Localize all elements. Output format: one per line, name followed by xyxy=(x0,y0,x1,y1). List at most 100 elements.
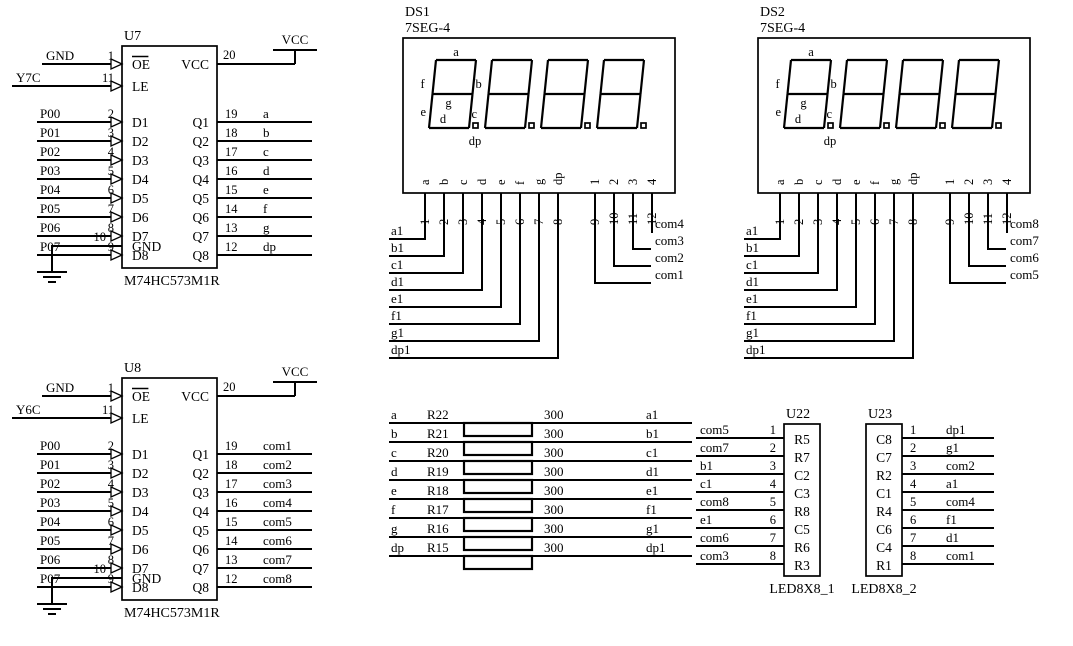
pin-name: Q5 xyxy=(193,523,210,538)
net-label-left: a xyxy=(391,407,397,422)
pin-name: Q6 xyxy=(193,542,210,557)
resistor-body xyxy=(462,497,534,514)
display-pin-name-seg: d xyxy=(475,178,489,185)
pin-number: 1 xyxy=(418,219,432,225)
pin-name: D4 xyxy=(132,172,149,187)
segment-label-g: g xyxy=(800,96,807,110)
pin-number: 2 xyxy=(770,441,776,455)
net-label: b1 xyxy=(746,240,759,255)
pin-number: 18 xyxy=(225,126,238,140)
pin-number: 7 xyxy=(108,202,114,216)
display-pin-name-seg: b xyxy=(437,179,451,185)
pin-name: Q6 xyxy=(193,210,210,225)
pin-number: 6 xyxy=(770,513,776,527)
display-pin-name-seg: e xyxy=(849,179,863,185)
pin-number: 9 xyxy=(943,219,957,225)
ground-symbol xyxy=(37,592,67,615)
pin-name: C8 xyxy=(876,432,892,447)
display-pin-name-seg: c xyxy=(811,179,825,185)
vcc-symbol xyxy=(273,381,317,396)
display-net-f1: 6 f1 xyxy=(744,193,882,325)
pin-number: 1 xyxy=(108,49,114,63)
net-label: com8 xyxy=(1010,216,1039,231)
pin-number: 20 xyxy=(223,48,236,62)
net-wire xyxy=(744,193,914,359)
schematic-sheet: U7 M74HC573M1R GND 1 OE Y7C 11 LE VCC 20 VCC P00 2 D1… xyxy=(0,0,1073,646)
pin-name: C3 xyxy=(794,486,810,501)
display-pin-name-seg: e xyxy=(494,179,508,185)
pin-number: 2 xyxy=(108,439,114,453)
pin-number: 8 xyxy=(108,221,114,235)
net-label: e1 xyxy=(391,291,403,306)
net-label: a1 xyxy=(946,476,958,491)
segment-label-e: e xyxy=(421,105,427,119)
resistor-body xyxy=(462,459,534,476)
ic-part-number: M74HC573M1R xyxy=(124,274,220,289)
display-pin-name-digit: 1 xyxy=(588,179,602,185)
net-label: e1 xyxy=(700,512,712,527)
display-pin-name-seg: a xyxy=(773,179,787,185)
resistor-value: 300 xyxy=(544,502,564,517)
pin-name: R5 xyxy=(794,432,810,447)
display-refdes: DS2 xyxy=(760,5,785,20)
pin-name: Q1 xyxy=(193,447,210,462)
pin-number: 3 xyxy=(910,459,916,473)
net-label: com8 xyxy=(263,571,292,586)
pin-number: 8 xyxy=(906,219,920,225)
net-label: e1 xyxy=(746,291,758,306)
net-label: P01 xyxy=(40,457,60,472)
pin-number: 3 xyxy=(770,459,776,473)
pin-number: 5 xyxy=(849,219,863,225)
pin-name: D1 xyxy=(132,447,149,462)
pin-number: 16 xyxy=(225,496,238,510)
display-net-g1: 7 g1 xyxy=(744,193,901,342)
net-label-left: d xyxy=(391,464,398,479)
pin-number: 15 xyxy=(225,183,238,197)
pin-number: 6 xyxy=(513,219,527,225)
pin-number: 7 xyxy=(108,534,114,548)
resistor-value: 300 xyxy=(544,464,564,479)
pin-name: C4 xyxy=(876,540,892,555)
pin-name: LE xyxy=(132,411,149,426)
net-label: Y6C xyxy=(16,402,41,417)
resistor-body xyxy=(462,421,534,438)
pin-name: C5 xyxy=(794,522,810,537)
display-net-d1: 4 d1 xyxy=(744,193,844,291)
display-net-f1: 6 f1 xyxy=(389,193,527,325)
display-pin-name-digit: 2 xyxy=(962,179,976,185)
pin-name: Q4 xyxy=(193,504,210,519)
pin-name: C1 xyxy=(876,486,892,501)
net-label: f xyxy=(263,201,268,216)
pin-number: 7 xyxy=(887,219,901,225)
resistor-body xyxy=(462,440,534,457)
display-net-com4: 12com4 xyxy=(645,193,684,233)
net-label: com1 xyxy=(946,548,975,563)
pin-name: R3 xyxy=(794,558,810,573)
resistor-body xyxy=(462,535,534,552)
net-label: b1 xyxy=(700,458,713,473)
pin-name: Q1 xyxy=(193,115,210,130)
display-net-a1: 1 a1 xyxy=(744,193,787,240)
net-wire xyxy=(651,193,653,233)
pin-number: 3 xyxy=(108,458,114,472)
display-pin-name-digit: 3 xyxy=(981,179,995,185)
pin-name: D1 xyxy=(132,115,149,130)
pin-number: 15 xyxy=(225,515,238,529)
pin-number: 10 xyxy=(962,213,976,226)
pin-number: 6 xyxy=(910,513,916,527)
net-label: com3 xyxy=(263,476,292,491)
net-label: com6 xyxy=(263,533,292,548)
pin-number: 19 xyxy=(225,439,238,453)
pin-number: 13 xyxy=(225,221,238,235)
pin-number: 8 xyxy=(551,219,565,225)
pin-name-ob: OE xyxy=(132,55,150,72)
pin-number: 1 xyxy=(773,219,787,225)
pin-number: 5 xyxy=(910,495,916,509)
display-ds2: DS27SEG-4abcdefgdpa b c d e f g dp 1 2 3 41a12b13c1… xyxy=(744,5,1039,359)
net-label: dp1 xyxy=(746,342,766,357)
pin-number: 4 xyxy=(830,218,844,225)
net-label: P02 xyxy=(40,144,60,159)
net-label: a1 xyxy=(391,223,403,238)
pin-number: 4 xyxy=(475,218,489,225)
net-label-right: e1 xyxy=(646,483,658,498)
